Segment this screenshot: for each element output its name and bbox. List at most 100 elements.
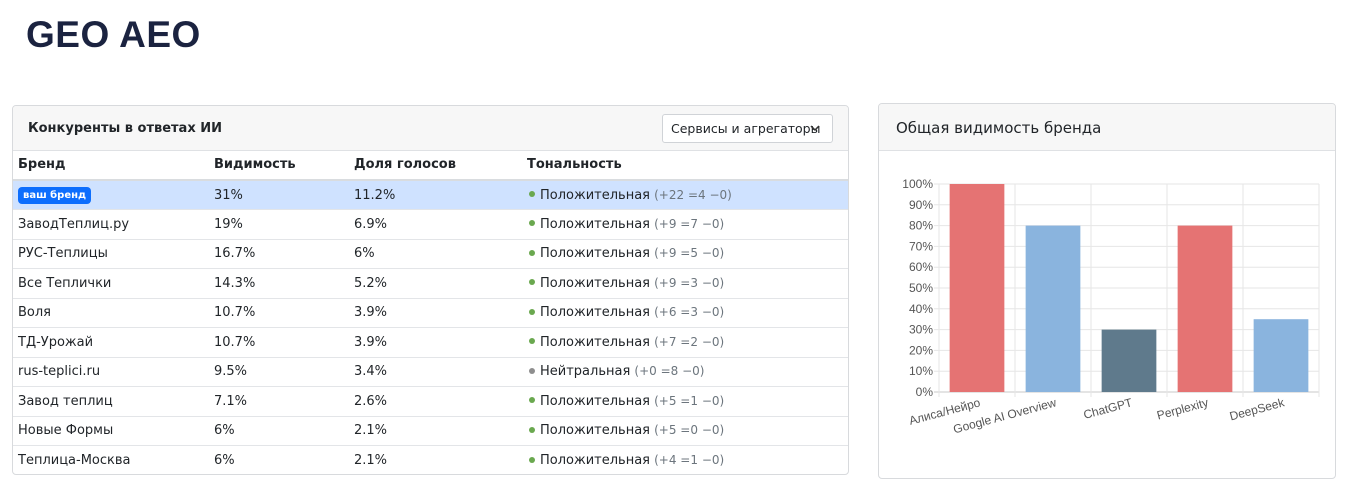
cell-share: 2.1%	[349, 416, 522, 446]
cell-share: 3.9%	[349, 298, 522, 328]
bar-1[interactable]	[949, 184, 1005, 392]
cell-visibility: 19%	[209, 209, 349, 240]
cell-visibility: 6%	[209, 416, 349, 446]
tone-counts: (+9 =5 −0)	[654, 246, 725, 261]
neutral-dot-icon	[529, 367, 535, 374]
y-tick-label: 40%	[909, 302, 933, 316]
table-row[interactable]: Теплица-Москва 6% 2.1% Положительная (+4 =1…	[13, 446, 848, 475]
x-tick-label: DeepSeek	[1228, 395, 1287, 423]
brand-name: РУС-Теплицы	[18, 246, 108, 262]
brand-name: rus-teplici.ru	[18, 364, 101, 380]
page-title: GEO AEO	[26, 14, 201, 55]
y-tick-label: 10%	[909, 364, 933, 378]
cell-tone: Положительная (+5 =1 −0)	[522, 386, 848, 417]
brand-visibility-title: Общая видимость бренда	[896, 119, 1102, 137]
tone-counts: (+6 =3 −0)	[654, 305, 725, 320]
brand-visibility-card-header: Общая видимость бренда	[879, 104, 1335, 151]
cell-share: 3.4%	[349, 357, 522, 387]
cell-brand: Воля	[13, 298, 209, 328]
table-row[interactable]: Завод теплиц 7.1% 2.6% Положительная (+5 =1…	[13, 386, 848, 417]
positive-dot-icon	[529, 249, 535, 256]
chevron-down-icon	[810, 125, 820, 132]
tone-counts: (+22 =4 −0)	[654, 187, 732, 202]
table-row[interactable]: Воля 10.7% 3.9% Положительная (+6 =3 −0)	[13, 298, 848, 328]
column-header-visibility[interactable]: Видимость	[209, 151, 349, 181]
cell-visibility: 10.7%	[209, 298, 349, 328]
brand-visibility-card: Общая видимость бренда 0% 10% 20% 30% 40% 50%…	[878, 103, 1336, 479]
tone-counts: (+7 =2 −0)	[654, 334, 725, 349]
positive-dot-icon	[529, 397, 535, 404]
source-filter-select[interactable]: Сервисы и агрегаторы	[662, 114, 833, 143]
positive-dot-icon	[529, 426, 535, 433]
tone-label: Положительная	[540, 393, 650, 409]
cell-share: 6%	[349, 239, 522, 269]
tone-counts: (+0 =8 −0)	[634, 364, 705, 379]
brand-name: Новые Формы	[18, 423, 114, 439]
tone-label: Нейтральная	[540, 364, 631, 380]
tone-label: Положительная	[540, 187, 650, 203]
own-brand-badge: ваш бренд	[18, 186, 92, 204]
brand-name: ТД-Урожай	[18, 334, 94, 350]
y-tick-label: 70%	[909, 239, 933, 253]
cell-tone: Положительная (+5 =0 −0)	[522, 416, 848, 446]
tone-label: Положительная	[540, 246, 650, 262]
tone-label: Положительная	[540, 275, 650, 291]
cell-visibility: 10.7%	[209, 327, 349, 358]
cell-brand: РУС-Теплицы	[13, 239, 209, 269]
bar-2[interactable]	[1025, 225, 1081, 392]
y-tick-label: 80%	[909, 219, 933, 233]
positive-dot-icon	[529, 308, 535, 315]
tone-counts: (+4 =1 −0)	[654, 453, 725, 467]
table-row[interactable]: ЗаводТеплиц.ру 19% 6.9% Положительная (+9 =…	[13, 209, 848, 240]
table-row[interactable]: Все Теплички 14.3% 5.2% Положительная (+9 =…	[13, 268, 848, 299]
table-row[interactable]: Новые Формы 6% 2.1% Положительная (+5 =0 −0…	[13, 416, 848, 446]
cell-share: 2.1%	[354, 453, 388, 468]
tone-label: Положительная	[540, 305, 650, 321]
cell-tone: Положительная (+9 =5 −0)	[522, 239, 848, 269]
competitors-title: Конкуренты в ответах ИИ	[28, 121, 222, 136]
tone-label: Положительная	[540, 453, 650, 468]
brand-name: Завод теплиц	[18, 393, 113, 409]
cell-tone: Положительная (+4 =1 −0)	[522, 446, 848, 475]
competitors-card-header: Конкуренты в ответах ИИ Сервисы и агрега…	[13, 106, 848, 151]
source-filter-value: Сервисы и агрегаторы	[671, 121, 821, 136]
cell-tone: Положительная (+7 =2 −0)	[522, 327, 848, 358]
y-tick-label: 60%	[909, 260, 933, 274]
tone-label: Положительная	[540, 216, 650, 232]
bar-4[interactable]	[1177, 225, 1233, 392]
cell-share: 11.2%	[349, 180, 522, 210]
positive-dot-icon	[529, 191, 535, 197]
positive-dot-icon	[529, 338, 535, 345]
tone-counts: (+5 =1 −0)	[654, 393, 725, 408]
cell-share: 5.2%	[349, 268, 522, 299]
cell-tone: Положительная (+6 =3 −0)	[522, 298, 848, 328]
table-row[interactable]: ТД-Урожай 10.7% 3.9% Положительная (+7 =2 −…	[13, 327, 848, 358]
cell-visibility: 6%	[214, 453, 235, 468]
table-row[interactable]: ваш бренд 31% 11.2% Положительная (+22 =4 −…	[13, 180, 848, 210]
cell-brand: Все Теплички	[13, 268, 209, 299]
brand-visibility-chart: 0%10%20%30%40%50%60%70%80%90%100%Алиса/Н…	[902, 177, 1320, 436]
cell-tone: Положительная (+9 =7 −0)	[522, 209, 848, 240]
column-header-share[interactable]: Доля голосов	[349, 151, 522, 181]
cell-brand: ЗаводТеплиц.ру	[13, 209, 209, 240]
y-tick-label: 100%	[902, 177, 933, 191]
bar-5[interactable]	[1253, 319, 1309, 392]
tone-label: Положительная	[540, 423, 650, 439]
bar-3[interactable]	[1101, 329, 1157, 392]
cell-brand: ваш бренд	[13, 180, 209, 210]
tone-counts: (+9 =7 −0)	[654, 216, 725, 231]
y-tick-label: 90%	[909, 198, 933, 212]
table-row[interactable]: РУС-Теплицы 16.7% 6% Положительная (+9 =5 −…	[13, 239, 848, 269]
cell-visibility: 14.3%	[209, 268, 349, 299]
column-header-tone[interactable]: Тональность	[522, 151, 848, 181]
tone-counts: (+9 =3 −0)	[654, 275, 725, 290]
cell-brand: rus-teplici.ru	[13, 357, 209, 387]
brand-name: Все Теплички	[18, 275, 112, 291]
column-header-brand[interactable]: Бренд	[13, 151, 209, 181]
cell-share: 3.9%	[349, 327, 522, 358]
y-tick-label: 50%	[909, 281, 933, 295]
brand-name: Теплица-Москва	[18, 453, 131, 468]
positive-dot-icon	[529, 279, 535, 286]
x-tick-label: Perplexity	[1155, 395, 1210, 422]
table-row[interactable]: rus-teplici.ru 9.5% 3.4% Нейтральная (+0 =8…	[13, 357, 848, 387]
